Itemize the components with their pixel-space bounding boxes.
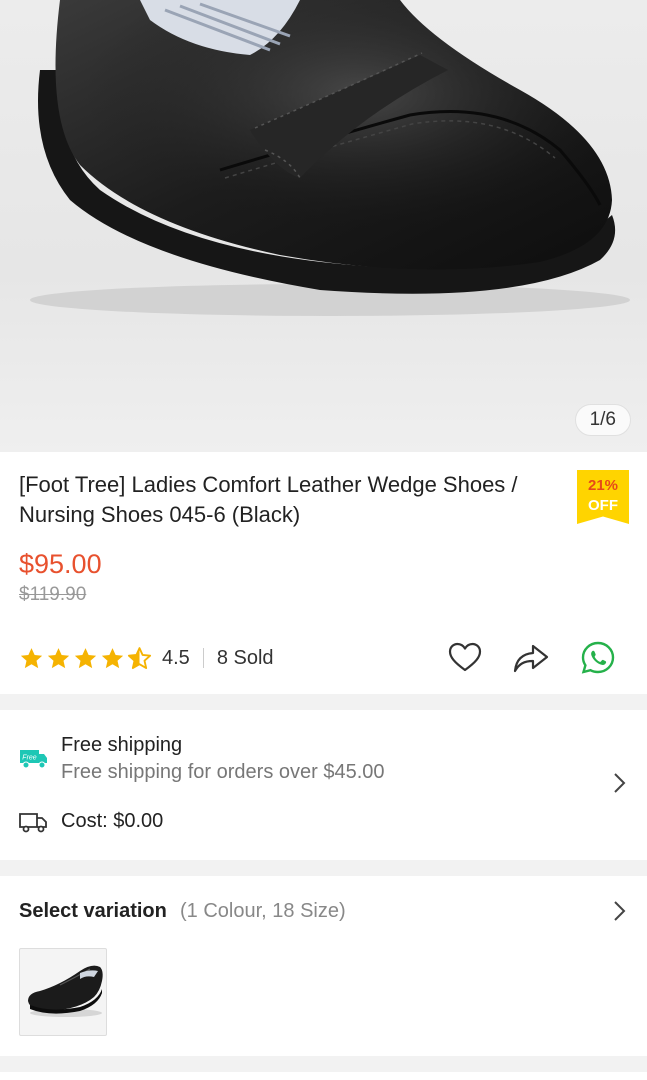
sold-count: 8 Sold	[216, 646, 274, 669]
shipping-section[interactable]: Free Free shipping Free shipping for ord…	[0, 710, 647, 860]
select-variation-label: Select variation	[19, 900, 167, 922]
rating-row[interactable]: 4.5 8 Sold	[19, 644, 274, 672]
next-section	[0, 1072, 647, 1080]
chevron-right-icon[interactable]	[612, 900, 626, 927]
current-price: $95.00	[19, 549, 102, 579]
whatsapp-button[interactable]	[580, 640, 616, 676]
heart-icon	[448, 642, 482, 672]
divider	[202, 648, 204, 668]
product-page: 1/6 [Foot Tree] Ladies Comfort Leather W…	[0, 0, 647, 1080]
star-icon	[20, 647, 43, 668]
star-icon	[74, 647, 97, 668]
variation-thumbnail[interactable]	[19, 948, 107, 1036]
star-half-icon	[127, 646, 152, 669]
star-icon	[47, 647, 70, 668]
free-badge-text: Free	[22, 755, 37, 762]
star-icon	[101, 647, 124, 668]
whatsapp-icon	[581, 641, 615, 674]
variation-detail: (1 Colour, 18 Size)	[180, 900, 346, 922]
shoe-thumbnail-image	[28, 965, 103, 1017]
favorite-button[interactable]	[447, 640, 483, 676]
rating-stars	[19, 646, 152, 671]
original-price: $119.90	[19, 584, 87, 605]
product-image[interactable]: 1/6	[0, 0, 647, 452]
product-info: [Foot Tree] Ladies Comfort Leather Wedge…	[0, 452, 647, 694]
truck-icon	[18, 810, 48, 839]
shoe-image	[30, 0, 630, 316]
free-shipping-icon: Free	[18, 747, 48, 776]
rating-value: 4.5	[162, 646, 190, 669]
discount-percent: 21%	[587, 477, 619, 494]
product-title: [Foot Tree] Ladies Comfort Leather Wedge…	[19, 472, 518, 527]
discount-off-label: OFF	[588, 497, 618, 514]
discount-badge: 21% OFF	[577, 470, 629, 524]
share-icon	[513, 644, 549, 673]
shipping-subtitle: Free shipping for orders over $45.00	[61, 761, 385, 783]
chevron-right-icon[interactable]	[612, 772, 626, 799]
shipping-title: Free shipping	[61, 734, 183, 756]
image-counter: 1/6	[574, 404, 631, 436]
variation-section[interactable]: Select variation (1 Colour, 18 Size)	[0, 876, 647, 1056]
shipping-cost: Cost: $0.00	[61, 810, 164, 832]
share-button[interactable]	[513, 640, 549, 676]
